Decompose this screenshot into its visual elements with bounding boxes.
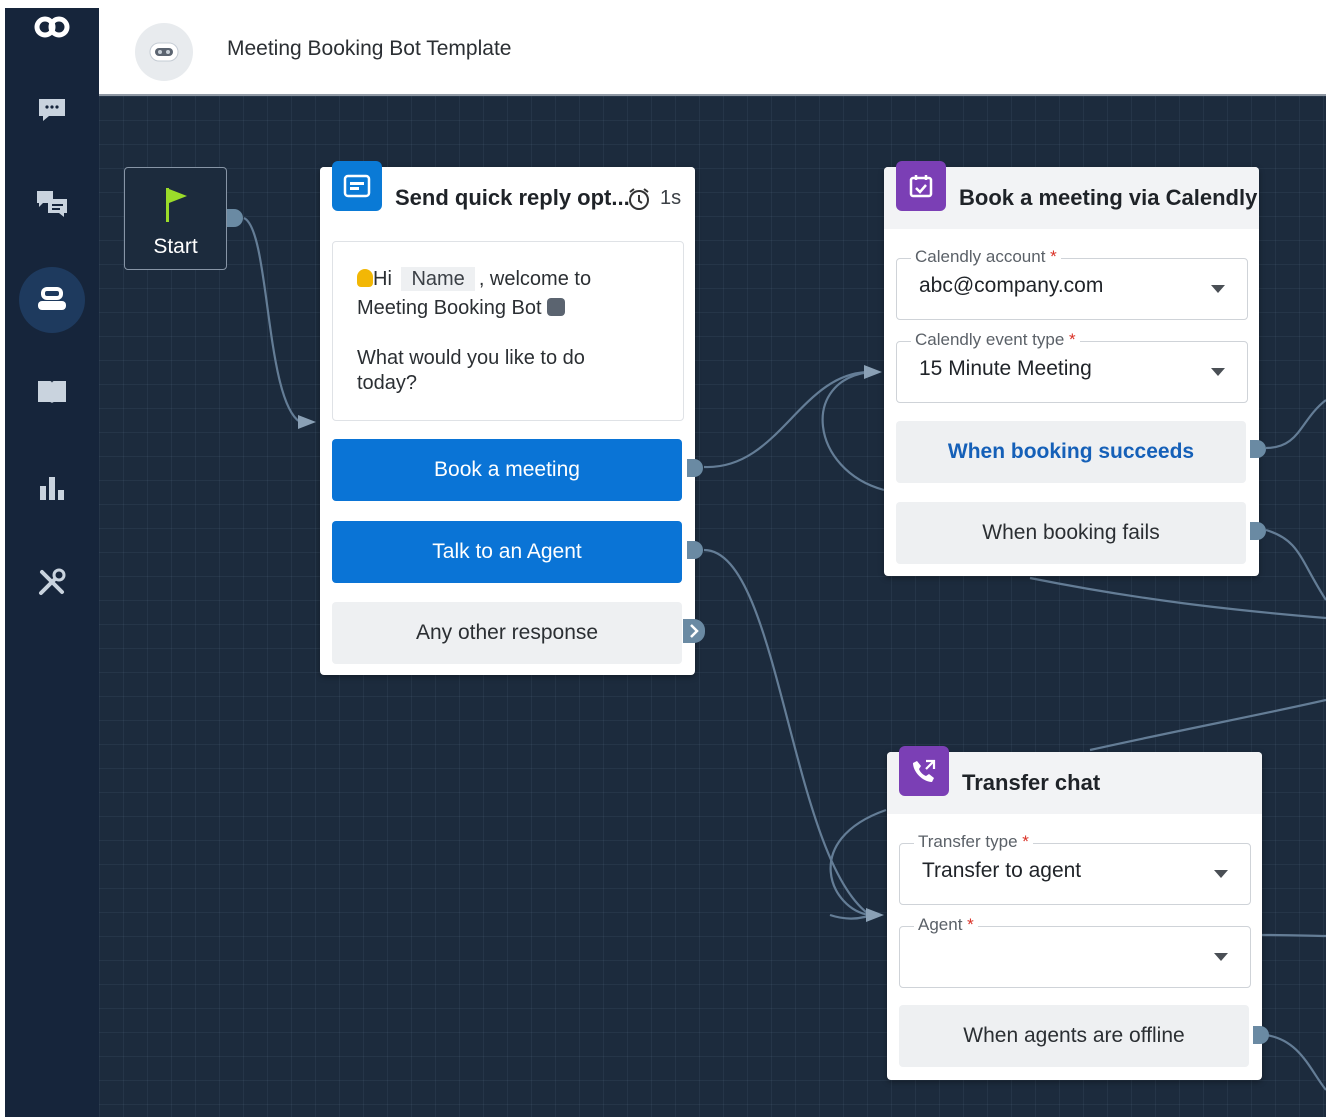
- chevron-right-icon[interactable]: [683, 619, 705, 643]
- transfer-header: Transfer chat: [887, 746, 1262, 814]
- start-node[interactable]: Start: [124, 167, 227, 270]
- question-line-1: What would you like to do: [357, 347, 585, 369]
- quick-reply-card[interactable]: Send quick reply opt... 1s Hi Name, welc…: [320, 161, 695, 675]
- phone-transfer-icon: [899, 746, 949, 796]
- option-book-meeting[interactable]: Book a meeting: [332, 439, 682, 501]
- calendly-event-label: Calendly event type *: [911, 330, 1080, 350]
- transfer-title: Transfer chat: [962, 770, 1101, 795]
- calendly-card[interactable]: Book a meeting via Calendly Calendly acc…: [884, 161, 1259, 576]
- transfer-type-value: Transfer to agent: [922, 859, 1082, 882]
- clock-icon: [627, 187, 651, 216]
- booking-fails-branch[interactable]: When booking fails: [896, 502, 1246, 564]
- agent-label: Agent *: [914, 915, 978, 935]
- quick-reply-title: Send quick reply opt...: [395, 185, 630, 210]
- transfer-type-select[interactable]: Transfer type * Transfer to agent: [899, 832, 1251, 905]
- robot-emoji-icon: [547, 298, 566, 316]
- delay-value: 1s: [660, 187, 682, 209]
- question-line-2: today?: [357, 372, 418, 394]
- booking-succeeds-branch[interactable]: When booking succeeds: [896, 421, 1246, 483]
- option-any-other-response[interactable]: Any other response: [332, 602, 682, 664]
- quick-reply-icon: [332, 161, 382, 211]
- chevron-down-icon: [1214, 953, 1228, 961]
- transfer-chat-card[interactable]: Transfer chat Transfer type * Transfer t…: [887, 746, 1262, 1080]
- calendly-account-value: abc@company.com: [919, 274, 1104, 297]
- flag-icon: [163, 186, 189, 230]
- calendar-icon: [896, 161, 946, 211]
- name-variable-chip[interactable]: Name: [401, 267, 475, 291]
- agent-select[interactable]: Agent *: [899, 915, 1251, 988]
- calendly-event-value: 15 Minute Meeting: [919, 357, 1092, 380]
- calendly-account-label: Calendly account *: [911, 247, 1061, 267]
- chevron-down-icon: [1211, 285, 1225, 293]
- calendly-account-select[interactable]: Calendly account * abc@company.com: [896, 247, 1248, 320]
- message-bubble[interactable]: Hi Name, welcome to Meeting Booking Bot …: [332, 241, 684, 421]
- welcome-text: , welcome to: [478, 268, 592, 290]
- option-talk-to-agent[interactable]: Talk to an Agent: [332, 521, 682, 583]
- calendly-title: Book a meeting via Calendly: [959, 185, 1258, 210]
- calendly-event-select[interactable]: Calendly event type * 15 Minute Meeting: [896, 330, 1248, 403]
- calendly-header: Book a meeting via Calendly: [884, 161, 1259, 229]
- chevron-down-icon: [1211, 368, 1225, 376]
- agents-offline-branch[interactable]: When agents are offline: [899, 1005, 1249, 1067]
- chevron-down-icon: [1214, 870, 1228, 878]
- start-label: Start: [153, 235, 198, 258]
- greeting-text: Hi: [373, 268, 392, 290]
- quick-reply-header: Send quick reply opt... 1s: [320, 161, 695, 229]
- wave-icon: [357, 269, 373, 287]
- bot-name-text: Meeting Booking Bot: [357, 297, 542, 319]
- transfer-type-label: Transfer type *: [914, 832, 1033, 852]
